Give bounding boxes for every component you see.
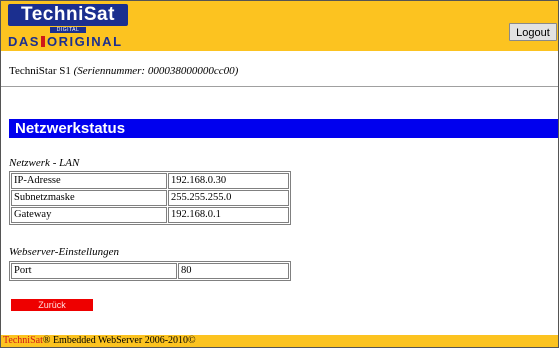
table-row: Subnetzmaske 255.255.255.0 [11,190,289,206]
table-cell-key: Subnetzmaske [11,190,167,206]
lan-section-label: Netzwerk - LAN [9,157,80,169]
table-cell-key: Port [11,263,177,279]
logo-red-mark [40,36,45,47]
logout-button[interactable]: Logout [509,23,557,41]
webserver-table: Port 80 [9,261,291,281]
device-info: TechniStar S1 (Seriennummer: 00003800000… [9,65,238,77]
logo-original: ORIGINAL [46,34,123,49]
back-button[interactable]: Zurück [11,299,93,311]
table-row: Port 80 [11,263,289,279]
table-row: IP-Adresse 192.168.0.30 [11,173,289,189]
table-cell-value: 80 [178,263,289,279]
page-title: Netzwerkstatus [9,119,558,138]
device-name: TechniStar S1 [9,65,71,77]
logo-digital-tag: DIGITAL [50,27,86,33]
device-serial: (Seriennummer: 000038000000cc00) [73,65,239,77]
footer-text: ® Embedded WebServer 2006-2010© [42,335,196,346]
logo-das: DAS [8,34,40,49]
table-cell-key: IP-Adresse [11,173,167,189]
webserver-section-label: Webserver-Einstellungen [9,246,119,258]
logo-wordmark: TechniSat [8,4,128,26]
table-cell-value: 255.255.255.0 [168,190,289,206]
table-cell-value: 192.168.0.1 [168,207,289,223]
divider [1,86,558,87]
footer: TechniSat® Embedded WebServer 2006-2010© [1,335,558,347]
logo-tagline: DAS ORIGINAL [8,34,128,50]
table-row: Gateway 192.168.0.1 [11,207,289,223]
footer-brand: TechniSat [3,335,43,346]
header-bar: TechniSat DIGITAL DAS ORIGINAL Logout [1,1,558,51]
table-cell-key: Gateway [11,207,167,223]
table-cell-value: 192.168.0.30 [168,173,289,189]
lan-table: IP-Adresse 192.168.0.30 Subnetzmaske 255… [9,171,291,225]
page: TechniSat DIGITAL DAS ORIGINAL Logout Tec… [0,0,559,348]
technisat-logo: TechniSat DIGITAL DAS ORIGINAL [8,4,128,50]
